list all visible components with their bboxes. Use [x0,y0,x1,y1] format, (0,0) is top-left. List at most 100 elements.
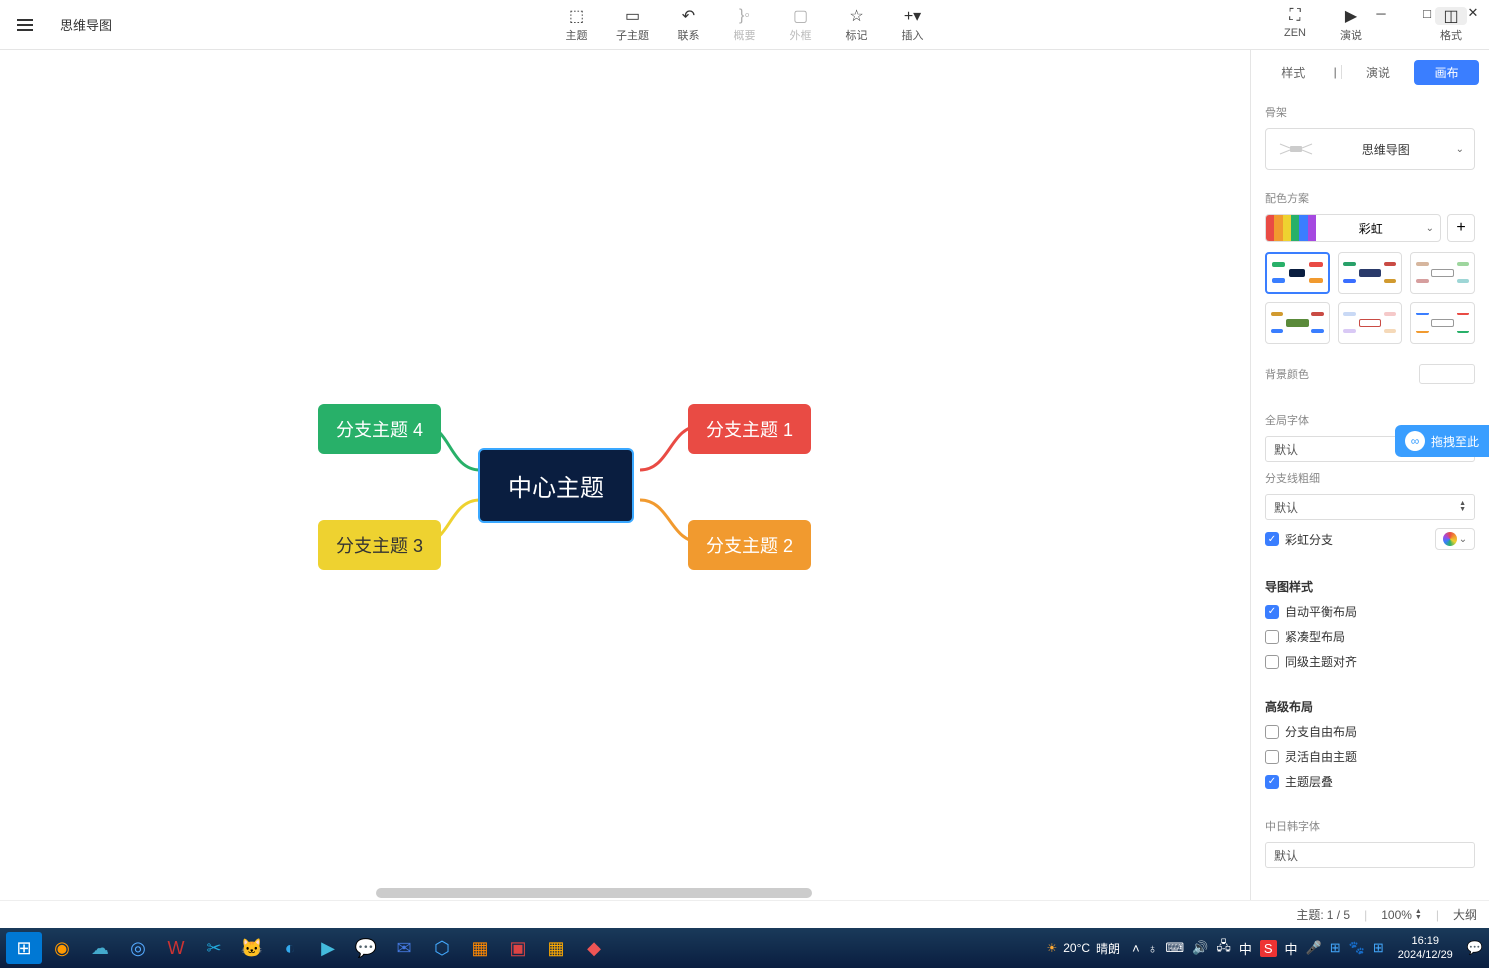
tray-app-icon[interactable]: 🐾 [1349,940,1365,956]
advanced-layout-title: 高级布局 [1265,698,1475,715]
tray-cloud-icon[interactable]: ♁ [1148,941,1158,956]
taskbar-app-8[interactable]: ▶ [310,932,346,964]
pitch-button[interactable]: ▶演说 [1333,7,1369,43]
rainbow-branch-checkbox[interactable] [1265,532,1279,546]
map-style-title: 导图样式 [1265,578,1475,595]
add-scheme-button[interactable]: + [1447,214,1475,242]
tray-keyboard-icon[interactable]: ⌨ [1165,940,1184,956]
format-sidebar: 样式 | 演说 画布 骨架 思维导图 ⌄ 配色方案 彩虹 ⌄ [1251,50,1489,900]
outline-button[interactable]: 大纲 [1453,906,1477,923]
tab-pitch[interactable]: 演说 [1346,60,1411,85]
taskbar-clock[interactable]: 16:19 2024/12/29 [1398,934,1453,962]
center-topic[interactable]: 中心主题 [478,448,634,523]
free-branch-checkbox[interactable] [1265,725,1279,739]
pitch-icon: ▶ [1345,7,1357,25]
branch-width-label: 分支线粗细 [1265,470,1475,486]
compact-checkbox[interactable] [1265,630,1279,644]
tray-grid-icon[interactable]: ⊞ [1330,940,1341,956]
document-title: 思维导图 [60,15,112,34]
chevron-down-icon: ⌄ [1426,223,1434,234]
skeleton-label: 骨架 [1265,104,1475,120]
weather-widget[interactable]: ☀ 20°C 晴朗 [1046,940,1120,957]
format-button[interactable]: ◫格式 [1433,7,1469,43]
mindmap-canvas[interactable]: 中心主题 分支主题 1 分支主题 2 分支主题 3 分支主题 4 [0,50,1251,900]
taskbar-app-13[interactable]: ▣ [500,932,536,964]
tray-sogou-icon[interactable]: S [1260,940,1277,957]
taskbar-app-6[interactable]: 🐱 [234,932,270,964]
tray-network-icon[interactable]: 🖧 [1216,937,1231,959]
branch-topic-2[interactable]: 分支主题 2 [688,520,811,570]
taskbar-app-2[interactable]: ☁ [82,932,118,964]
branch-topic-3[interactable]: 分支主题 3 [318,520,441,570]
ime-indicator[interactable]: 中 [1239,939,1252,958]
taskbar-app-12[interactable]: ▦ [462,932,498,964]
cloud-icon: ∞ [1405,431,1425,451]
theme-preset-2[interactable] [1338,252,1403,294]
topic-icon: ⬚ [569,7,584,25]
relation-icon: ↶ [682,7,695,25]
horizontal-scrollbar[interactable] [3,886,1247,900]
taskbar-app-5[interactable]: ✂ [196,932,232,964]
ime-indicator-2[interactable]: 中 [1285,939,1298,958]
cjk-font-label: 中日韩字体 [1265,818,1475,834]
marker-icon: ☆ [849,7,863,25]
hamburger-icon [17,19,33,31]
taskbar-app-10[interactable]: ✉ [386,932,422,964]
zen-button[interactable]: ⛶ZEN [1277,7,1313,43]
windows-taskbar: ⊞ ◉ ☁ ◎ W ✂ 🐱 ◐ ▶ 💬 ✉ ⬡ ▦ ▣ ▦ ◆ ☀ 20°C 晴… [0,928,1489,968]
subtopic-button[interactable]: ▭子主题 [615,7,651,43]
cjk-font-select[interactable]: 默认 [1265,842,1475,868]
summary-button: }◦概要 [727,7,763,43]
overlap-checkbox[interactable] [1265,775,1279,789]
rainbow-color-button[interactable]: ⌄ [1435,528,1475,550]
color-scheme-label: 配色方案 [1265,190,1475,206]
taskbar-app-3[interactable]: ◎ [120,932,156,964]
drag-target-badge[interactable]: ∞ 拖拽至此 [1395,425,1489,457]
theme-preset-5[interactable] [1338,302,1403,344]
tab-style[interactable]: 样式 [1261,60,1326,85]
rainbow-icon [1443,532,1457,546]
align-level-checkbox[interactable] [1265,655,1279,669]
bg-color-label: 背景颜色 [1265,366,1309,382]
branch-topic-1[interactable]: 分支主题 1 [688,404,811,454]
theme-preset-4[interactable] [1265,302,1330,344]
branch-width-select[interactable]: 默认▲▼ [1265,494,1475,520]
start-button[interactable]: ⊞ [6,932,42,964]
tray-volume-icon[interactable]: 🔊 [1192,940,1208,956]
insert-icon: +▾ [904,7,921,25]
topic-button[interactable]: ⬚主题 [559,7,595,43]
zen-icon: ⛶ [1289,7,1300,25]
tray-chevron-icon[interactable]: ˄ [1132,941,1140,956]
notifications-icon[interactable]: 💬 [1467,940,1483,956]
window-minimize-button[interactable]: ─ [1369,4,1393,22]
zoom-control[interactable]: 100%▲▼ [1381,908,1422,922]
taskbar-app-7[interactable]: ◐ [272,932,308,964]
relation-button[interactable]: ↶联系 [671,7,707,43]
summary-icon: }◦ [739,7,750,25]
subtopic-icon: ▭ [625,7,640,25]
color-scheme-select[interactable]: 彩虹 ⌄ [1265,214,1441,242]
marker-button[interactable]: ☆标记 [839,7,875,43]
tray-mic-icon[interactable]: 🎤 [1306,940,1322,956]
insert-button[interactable]: +▾插入 [895,7,931,43]
taskbar-app-4[interactable]: W [158,932,194,964]
taskbar-app-9[interactable]: 💬 [348,932,384,964]
branch-topic-4[interactable]: 分支主题 4 [318,404,441,454]
free-topic-checkbox[interactable] [1265,750,1279,764]
taskbar-app-14[interactable]: ▦ [538,932,574,964]
taskbar-app-15[interactable]: ◆ [576,932,612,964]
tray-apps-icon[interactable]: ⊞ [1373,940,1384,956]
tab-canvas[interactable]: 画布 [1414,60,1479,85]
bg-color-picker[interactable] [1419,364,1475,384]
chevron-down-icon: ⌄ [1456,144,1464,155]
theme-preset-1[interactable] [1265,252,1330,294]
auto-balance-checkbox[interactable] [1265,605,1279,619]
skeleton-select[interactable]: 思维导图 ⌄ [1265,128,1475,170]
taskbar-app-11[interactable]: ⬡ [424,932,460,964]
taskbar-app-1[interactable]: ◉ [44,932,80,964]
theme-preset-3[interactable] [1410,252,1475,294]
theme-preset-6[interactable] [1410,302,1475,344]
menu-button[interactable] [0,19,50,31]
skeleton-preview-icon [1276,140,1316,158]
format-icon: ◫ [1435,7,1466,25]
